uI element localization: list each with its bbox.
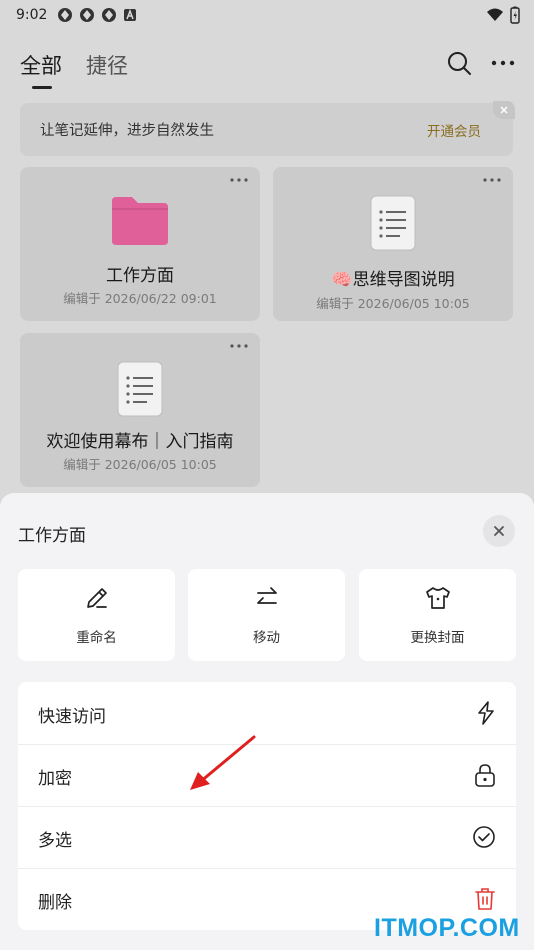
battery-icon [510, 6, 520, 24]
folder-actions-sheet: 工作方面 重命名 移动 更换封面 快速访问 加密 多选 删除 [0, 493, 534, 950]
close-icon [500, 106, 508, 114]
card-title: 工作方面 [106, 266, 174, 286]
menu-item-label: 加密 [38, 769, 72, 789]
swap-arrows-icon [256, 587, 277, 604]
check-circle-icon [473, 826, 495, 848]
tab-shortcut[interactable]: 捷径 [86, 50, 128, 80]
more-options-icon[interactable] [490, 50, 516, 76]
change-cover-label: 更换封面 [410, 630, 465, 646]
header: 全部 捷径 [0, 40, 534, 92]
app-notification-icon [80, 8, 95, 22]
search-icon[interactable] [446, 50, 472, 76]
app-notification-icon [102, 8, 117, 22]
menu-item-label: 多选 [38, 831, 72, 851]
wifi-icon [487, 8, 503, 21]
menu-item-encrypt[interactable]: 加密 [18, 744, 516, 806]
status-bar: 9:02 [0, 0, 534, 30]
membership-banner[interactable]: 让笔记延伸，进步自然发生 开通会员 [20, 101, 515, 156]
sheet-title: 工作方面 [18, 526, 86, 546]
document-card[interactable]: 欢迎使用幕布｜入门指南 编辑于 2026/06/05 10:05 [20, 333, 260, 487]
shirt-icon [425, 587, 450, 609]
lock-icon [475, 764, 495, 787]
banner-text: 让笔记延伸，进步自然发生 [40, 123, 214, 139]
card-title: 🧠思维导图说明 [331, 270, 455, 290]
watermark-logo: ITMOP.COM [374, 914, 520, 942]
system-icons [486, 6, 520, 24]
menu-list: 快速访问 加密 多选 删除 [18, 682, 516, 930]
move-label: 移动 [253, 630, 280, 646]
status-time: 9:02 [16, 7, 48, 23]
rename-label: 重命名 [76, 630, 117, 646]
folder-card[interactable]: 工作方面 编辑于 2026/06/22 09:01 [20, 167, 260, 321]
document-card[interactable]: 🧠思维导图说明 编辑于 2026/06/05 10:05 [273, 167, 513, 321]
banner-close-button[interactable] [493, 101, 515, 119]
menu-item-label: 快速访问 [38, 707, 106, 727]
card-date: 编辑于 2026/06/22 09:01 [63, 291, 217, 306]
folder-icon [112, 197, 168, 245]
sheet-close-button[interactable] [483, 515, 515, 547]
card-date: 编辑于 2026/06/05 10:05 [63, 457, 217, 472]
app-a-icon [124, 8, 137, 21]
card-date: 编辑于 2026/06/05 10:05 [316, 296, 470, 311]
close-icon [494, 526, 504, 536]
change-cover-button[interactable]: 更换封面 [359, 569, 516, 661]
annotation-arrow-icon [190, 735, 256, 790]
app-notification-icon [58, 8, 73, 22]
notification-icons [57, 7, 137, 23]
active-tab-indicator [32, 86, 52, 89]
tab-all[interactable]: 全部 [20, 50, 62, 80]
menu-item-label: 删除 [38, 893, 72, 913]
lightning-icon [478, 701, 494, 725]
move-button[interactable]: 移动 [188, 569, 345, 661]
document-icon [117, 361, 163, 417]
card-more-icon[interactable] [230, 177, 248, 183]
card-title: 欢迎使用幕布｜入门指南 [46, 432, 234, 452]
menu-item-quick-access[interactable]: 快速访问 [18, 682, 516, 744]
menu-item-multi-select[interactable]: 多选 [18, 806, 516, 868]
rename-button[interactable]: 重命名 [18, 569, 175, 661]
document-icon [370, 195, 416, 251]
card-more-icon[interactable] [483, 177, 501, 183]
open-membership-link[interactable]: 开通会员 [427, 120, 481, 140]
trash-icon [475, 888, 495, 910]
card-more-icon[interactable] [230, 343, 248, 349]
pencil-icon [86, 588, 107, 608]
